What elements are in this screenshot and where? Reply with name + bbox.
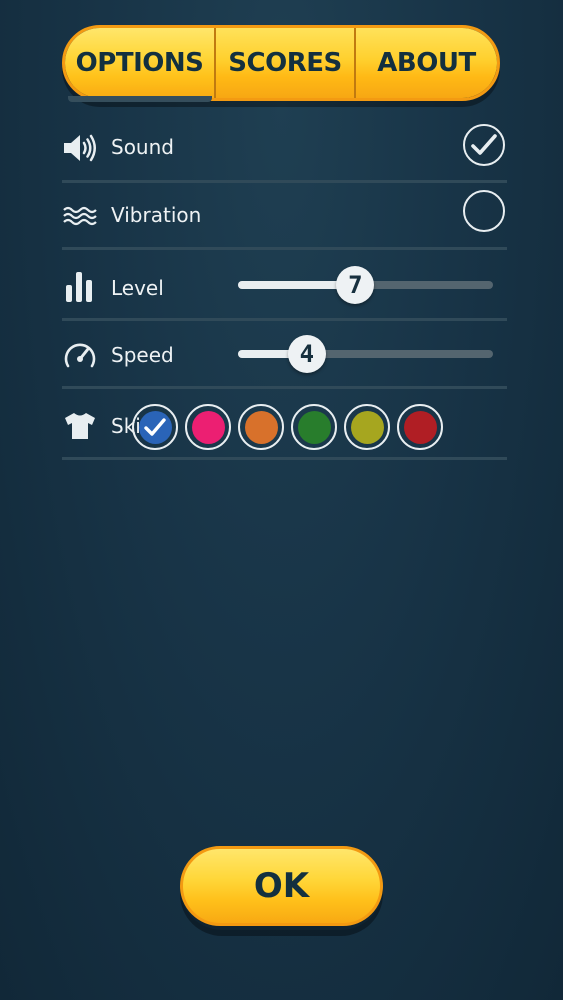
tshirt-icon <box>62 408 98 444</box>
skin-swatch-red <box>403 410 437 444</box>
skin-option-blue[interactable] <box>132 404 178 450</box>
speedometer-icon <box>62 337 98 373</box>
skin-swatch-blue <box>138 410 172 444</box>
tab-about[interactable]: ABOUT <box>354 28 497 98</box>
speaker-icon <box>62 130 98 166</box>
skin-option-orange[interactable] <box>238 404 284 450</box>
speed-slider-knob[interactable]: 4 <box>287 335 326 373</box>
vibration-toggle[interactable] <box>463 190 505 232</box>
checkmark-icon <box>144 418 166 436</box>
sound-label: Sound <box>111 135 174 159</box>
skin-option-pink[interactable] <box>185 404 231 450</box>
tab-group: OPTIONS SCORES ABOUT <box>62 25 500 101</box>
skin-selector <box>132 404 443 450</box>
ok-button-frame: OK <box>180 846 383 930</box>
active-tab-indicator <box>68 96 212 102</box>
level-slider-knob[interactable]: 7 <box>336 266 375 304</box>
skin-swatch-orange <box>244 410 278 444</box>
sound-row: Sound <box>62 118 507 183</box>
vibration-label: Vibration <box>111 203 202 227</box>
skin-swatch-olive <box>350 410 384 444</box>
vibration-waves-icon <box>62 198 98 234</box>
vibration-row: Vibration <box>62 183 507 250</box>
checkmark-icon <box>471 134 497 155</box>
bar-levels-icon <box>62 268 98 304</box>
level-slider[interactable]: 7 <box>238 266 493 304</box>
level-row: Level 7 <box>62 250 507 321</box>
tab-scores[interactable]: SCORES <box>214 28 354 98</box>
skin-option-olive[interactable] <box>344 404 390 450</box>
ok-button[interactable]: OK <box>180 846 383 926</box>
tab-options[interactable]: OPTIONS <box>65 28 214 98</box>
sound-toggle[interactable] <box>463 124 505 166</box>
skin-swatch-pink <box>191 410 225 444</box>
skin-option-red[interactable] <box>397 404 443 450</box>
level-label: Level <box>111 276 164 300</box>
speed-label: Speed <box>111 343 174 367</box>
speed-row: Speed 4 <box>62 321 507 389</box>
skin-swatch-green <box>297 410 331 444</box>
tab-bar: OPTIONS SCORES ABOUT <box>62 25 500 101</box>
skin-option-green[interactable] <box>291 404 337 450</box>
speed-slider[interactable]: 4 <box>238 335 493 373</box>
